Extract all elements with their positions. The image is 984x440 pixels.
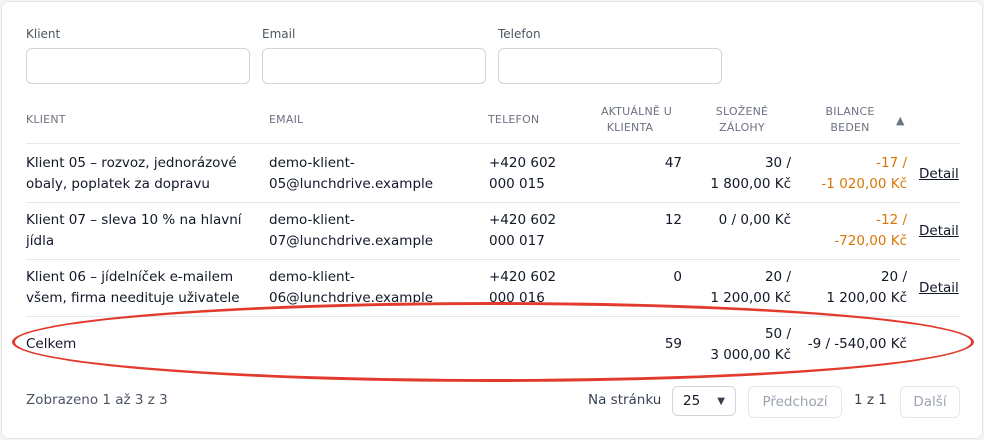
header-email[interactable]: EMAIL <box>269 112 303 128</box>
page-indicator: 1 z 1 <box>854 392 887 408</box>
client-filter-label: Klient <box>26 27 61 41</box>
cell-client: Klient 07 – sleva 10 % na hlavní jídla <box>26 210 242 252</box>
cell-balance-line2: -720,00 Kč <box>834 233 907 249</box>
per-page-label: Na stránku <box>588 392 662 408</box>
cell-client-line1: Klient 07 – sleva 10 % na hlavní <box>26 212 242 228</box>
cell-balance-line1: 20 / <box>880 269 907 285</box>
cell-balance: -12 / -720,00 Kč <box>798 210 907 252</box>
header-current-line1: AKTUÁLNĚ U <box>600 105 672 118</box>
cell-email-line2: 07@lunchdrive.example <box>269 233 434 249</box>
totals-deposits-line2: 3 000,00 Kč <box>710 347 791 363</box>
table-row: Klient 06 – jídelníček e-mailem všem, fi… <box>2 259 984 316</box>
email-filter: Email <box>262 26 486 84</box>
cell-client-line2: obaly, poplatek za dopravu <box>26 176 210 192</box>
cell-email-line2: 06@lunchdrive.example <box>269 290 434 306</box>
cell-current: 47 <box>664 155 682 171</box>
cell-client-line1: Klient 05 – rozvoz, jednorázové <box>26 155 237 171</box>
cell-deposits: 20 / 1 200,00 Kč <box>682 267 791 309</box>
cell-client-line2: všem, firma needituje uživatele <box>26 290 240 306</box>
totals-balance: -9 / -540,00 Kč <box>807 336 907 352</box>
cell-balance: 20 / 1 200,00 Kč <box>798 267 907 309</box>
header-deposits-line2: ZÁLOHY <box>719 121 765 134</box>
header-client[interactable]: KLIENT <box>26 112 66 128</box>
client-filter-input[interactable] <box>26 48 250 84</box>
totals-deposits: 50 / 3 000,00 Kč <box>682 324 791 366</box>
detail-link[interactable]: Detail <box>919 279 959 297</box>
header-balance[interactable]: BILANCE BEDEN <box>810 104 890 136</box>
previous-page-button[interactable]: Předchozí <box>748 386 842 418</box>
cell-balance-line2: -1 020,00 Kč <box>821 176 907 192</box>
cell-phone-line1: +420 602 <box>489 212 557 228</box>
cell-phone-line2: 000 015 <box>489 176 545 192</box>
cell-phone-line1: +420 602 <box>489 155 557 171</box>
cell-client: Klient 05 – rozvoz, jednorázové obaly, p… <box>26 153 237 195</box>
header-divider <box>26 143 960 144</box>
cell-balance: -17 / -1 020,00 Kč <box>798 153 907 195</box>
detail-link[interactable]: Detail <box>919 165 959 183</box>
email-filter-input[interactable] <box>262 48 486 84</box>
pagination: Zobrazeno 1 až 3 z 3 Na stránku 25 ▼ Pře… <box>2 384 984 418</box>
cell-deposits-line2: 1 200,00 Kč <box>710 290 791 306</box>
cell-email: demo-klient- 07@lunchdrive.example <box>269 210 433 252</box>
header-deposits[interactable]: SLOŽENÉ ZÁLOHY <box>702 104 782 136</box>
cell-deposits-line1: 0 / 0,00 Kč <box>718 212 791 228</box>
pagination-info: Zobrazeno 1 až 3 z 3 <box>26 392 168 408</box>
next-page-button[interactable]: Další <box>900 386 960 418</box>
totals-row: Celkem 59 50 / 3 000,00 Kč -9 / -540,00 … <box>2 316 984 376</box>
cell-email: demo-klient- 05@lunchdrive.example <box>269 153 433 195</box>
detail-link[interactable]: Detail <box>919 222 959 240</box>
cell-deposits: 0 / 0,00 Kč <box>682 210 791 231</box>
header-balance-line2: BEDEN <box>830 121 870 134</box>
cell-client: Klient 06 – jídelníček e-mailem všem, fi… <box>26 267 240 309</box>
cell-deposits-line1: 20 / <box>764 269 791 285</box>
cell-balance-line1: -12 / <box>876 212 907 228</box>
cell-phone-line2: 000 016 <box>489 290 545 306</box>
sort-ascending-icon[interactable]: ▲ <box>896 114 904 128</box>
cell-current: 0 <box>673 269 682 285</box>
per-page-select[interactable]: 25 ▼ <box>672 386 736 416</box>
filters: Klient Email Telefon <box>26 26 734 84</box>
totals-current: 59 <box>664 336 682 352</box>
per-page-value: 25 <box>683 393 701 409</box>
cell-client-line1: Klient 06 – jídelníček e-mailem <box>26 269 234 285</box>
table-row: Klient 07 – sleva 10 % na hlavní jídla d… <box>2 202 984 259</box>
cell-email-line1: demo-klient- <box>269 269 355 285</box>
cell-current: 12 <box>664 212 682 228</box>
cell-balance-line2: 1 200,00 Kč <box>826 290 907 306</box>
header-balance-line1: BILANCE <box>825 105 875 118</box>
header-deposits-line1: SLOŽENÉ <box>715 105 769 118</box>
table-row: Klient 05 – rozvoz, jednorázové obaly, p… <box>2 145 984 202</box>
totals-deposits-line1: 50 / <box>764 326 791 342</box>
clients-card: Klient Email Telefon KLIENT EMAIL TELEFO… <box>1 1 983 439</box>
header-phone[interactable]: TELEFON <box>488 112 539 128</box>
header-current-line2: KLIENTA <box>606 121 654 134</box>
cell-email: demo-klient- 06@lunchdrive.example <box>269 267 433 309</box>
email-filter-label: Email <box>262 27 296 41</box>
cell-email-line2: 05@lunchdrive.example <box>269 176 434 192</box>
cell-phone: +420 602 000 015 <box>489 153 556 195</box>
cell-phone: +420 602 000 017 <box>489 210 556 252</box>
chevron-down-icon: ▼ <box>717 395 725 407</box>
cell-deposits-line2: 1 800,00 Kč <box>710 176 791 192</box>
cell-email-line1: demo-klient- <box>269 155 355 171</box>
cell-deposits: 30 / 1 800,00 Kč <box>682 153 791 195</box>
phone-filter-input[interactable] <box>498 48 722 84</box>
cell-client-line2: jídla <box>26 233 55 249</box>
totals-label: Celkem <box>26 336 77 352</box>
header-current[interactable]: AKTUÁLNĚ U KLIENTA <box>572 104 672 136</box>
cell-phone-line1: +420 602 <box>489 269 557 285</box>
cell-email-line1: demo-klient- <box>269 212 355 228</box>
phone-filter: Telefon <box>498 26 722 84</box>
cell-balance-line1: -17 / <box>876 155 907 171</box>
cell-phone: +420 602 000 016 <box>489 267 556 309</box>
cell-phone-line2: 000 017 <box>489 233 545 249</box>
client-filter: Klient <box>26 26 250 84</box>
cell-deposits-line1: 30 / <box>764 155 791 171</box>
phone-filter-label: Telefon <box>498 27 541 41</box>
